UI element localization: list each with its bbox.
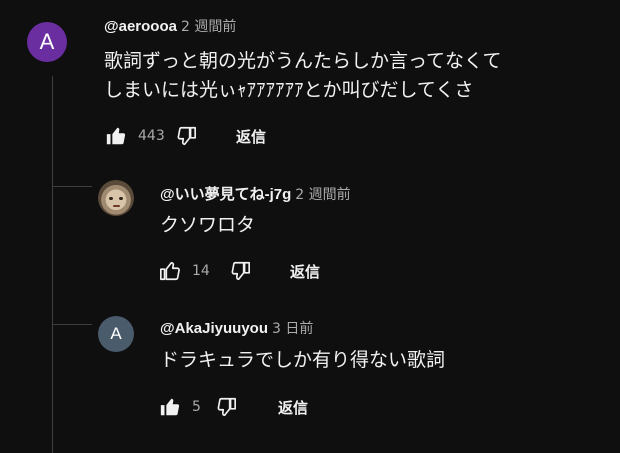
comment-header: @aeroooa 2 週間前 — [104, 16, 236, 36]
author-name[interactable]: @いい夢見てね-j7g — [160, 186, 291, 203]
comment-header: @いい夢見てね-j7g 2 週間前 — [160, 183, 351, 204]
like-count: 5 — [192, 399, 201, 415]
avatar-eye — [119, 197, 123, 200]
thumb-down-icon — [177, 126, 196, 146]
dislike-button[interactable] — [228, 259, 252, 283]
comment-text: ドラキュラでしか有り得ない歌詞 — [160, 349, 446, 371]
comment-text: クソワロタ — [160, 214, 256, 236]
reply-thread-line — [52, 76, 53, 453]
like-button[interactable] — [104, 124, 128, 148]
like-count: 14 — [192, 263, 210, 279]
thumb-down-icon — [217, 397, 236, 417]
comment-actions: 5 返信 — [158, 395, 308, 419]
reply-button[interactable]: 返信 — [278, 397, 308, 418]
thumb-up-icon — [160, 261, 180, 281]
reply-button[interactable]: 返信 — [236, 126, 266, 147]
like-count: 443 — [138, 128, 165, 144]
reply-button[interactable]: 返信 — [290, 261, 320, 282]
thumb-up-icon — [106, 127, 126, 145]
avatar[interactable]: A — [27, 22, 67, 62]
timestamp[interactable]: 2 週間前 — [295, 187, 350, 203]
thumb-up-icon — [160, 398, 180, 416]
avatar-letter: A — [39, 29, 55, 54]
timestamp[interactable]: 3 日前 — [272, 321, 313, 337]
timestamp[interactable]: 2 週間前 — [181, 19, 236, 35]
author-name[interactable]: @AkaJiyuuyou — [160, 320, 268, 337]
avatar-letter: A — [110, 324, 122, 343]
dislike-button[interactable] — [214, 395, 238, 419]
avatar-mouth — [113, 205, 120, 207]
comment-header: @AkaJiyuuyou 3 日前 — [160, 318, 313, 338]
comment-actions: 14 返信 — [158, 259, 320, 283]
author-name[interactable]: @aeroooa — [104, 18, 177, 35]
dislike-button[interactable] — [174, 124, 198, 148]
comment-text: 歌詞ずっと朝の光がうんたらしか言ってなくて — [104, 50, 502, 72]
like-button[interactable] — [158, 259, 182, 283]
avatar-eye — [109, 197, 113, 200]
reply-connector — [52, 186, 92, 187]
comment-text: しまいには光ぃｬｱｱｱｱｱｱとか叫びだしてくさ — [104, 79, 474, 101]
avatar[interactable] — [98, 180, 134, 216]
avatar[interactable]: A — [98, 316, 134, 352]
like-button[interactable] — [158, 395, 182, 419]
reply-connector — [52, 324, 92, 325]
thumb-down-icon — [231, 261, 250, 281]
comment-actions: 443 返信 — [104, 124, 266, 148]
